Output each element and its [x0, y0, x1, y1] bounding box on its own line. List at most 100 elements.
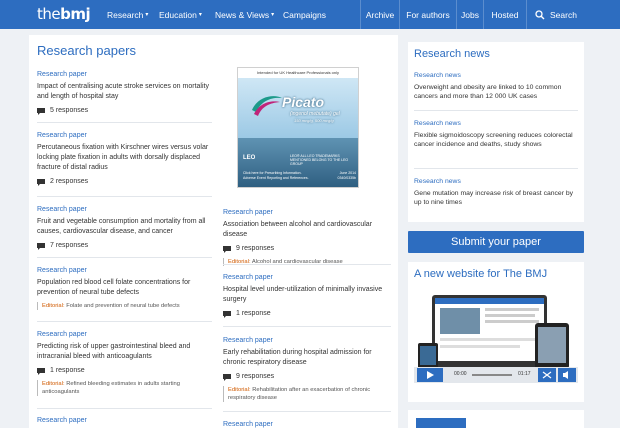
article-title[interactable]: Fruit and vegetable consumption and mort…	[37, 217, 217, 237]
phone-device	[418, 343, 438, 369]
article-kicker[interactable]: Research paper	[37, 205, 217, 215]
divider	[37, 122, 212, 123]
speech-bubble-icon	[37, 107, 45, 115]
speech-bubble-icon	[37, 242, 45, 250]
ad-code: June 2014 0340/0335b	[337, 171, 357, 180]
article-title[interactable]: Impact of centralising acute stroke serv…	[37, 82, 217, 102]
article-kicker[interactable]: Research paper	[37, 330, 212, 340]
divider	[223, 411, 391, 412]
divider	[223, 326, 391, 327]
article-kicker[interactable]: Research paper	[223, 208, 395, 218]
tablet-device	[535, 323, 569, 369]
article-card: Research paper Impact of centralising ac…	[37, 70, 217, 116]
responses-count[interactable]: 2 responses	[37, 177, 217, 187]
research-news-title[interactable]: Research news	[414, 48, 490, 60]
article-title[interactable]: Percutaneous fixation with Kirschner wir…	[37, 143, 217, 173]
play-button[interactable]	[417, 368, 443, 382]
chevron-down-icon: ▾	[145, 12, 149, 18]
article-title[interactable]: Early rehabilitation during hospital adm…	[223, 348, 395, 368]
top-navigation-bar: thebmj Research ▾ Education ▾ News & Views…	[0, 0, 620, 29]
divider	[223, 264, 391, 265]
nav-education[interactable]: Education ▾	[159, 0, 202, 29]
chevron-down-icon: ▾	[198, 12, 202, 18]
article-kicker[interactable]: Research paper	[223, 336, 395, 346]
new-website-title[interactable]: A new website for The BMJ	[414, 268, 547, 280]
article-kicker[interactable]: Research paper	[223, 273, 395, 283]
article-kicker[interactable]: Research paper	[37, 70, 217, 80]
article-kicker[interactable]: Research paper	[37, 266, 207, 276]
article-card: Research paper	[223, 420, 395, 428]
divider	[414, 168, 578, 169]
ad-trademark-note: LEO® ALL LEO TRADEMARKS MENTIONED BELONG…	[290, 154, 349, 166]
divider	[37, 257, 212, 258]
news-item: Research news Gene mutation may increase…	[414, 177, 578, 208]
volume-button[interactable]	[558, 368, 576, 382]
article-card: Research paper	[37, 416, 212, 426]
nav-campaigns[interactable]: Campaigns	[283, 0, 326, 29]
news-kicker[interactable]: Research news	[414, 119, 578, 129]
ad-company: LEO	[243, 155, 256, 161]
monitor-screen	[435, 298, 544, 361]
nav-news-views[interactable]: News & Views ▾	[215, 0, 274, 29]
nav-jobs[interactable]: Jobs	[456, 0, 483, 29]
news-title[interactable]: Gene mutation may increase risk of breas…	[414, 189, 578, 208]
news-kicker[interactable]: Research news	[414, 71, 578, 81]
responses-count[interactable]: 5 responses	[37, 106, 217, 116]
responses-count[interactable]: 7 responses	[37, 241, 217, 251]
nav-for-authors[interactable]: For authors	[399, 0, 456, 29]
article-kicker[interactable]: Research paper	[223, 420, 395, 428]
news-title[interactable]: Flexible sigmoidoscopy screening reduces…	[414, 131, 578, 150]
speech-bubble-icon	[223, 245, 231, 253]
divider	[37, 321, 212, 322]
news-kicker[interactable]: Research news	[414, 177, 578, 187]
editorial-link[interactable]: Editorial: Rehabilitation after an exace…	[223, 386, 395, 402]
nav-hosted[interactable]: Hosted	[483, 0, 526, 29]
editorial-link[interactable]: Editorial: Folate and prevention of neur…	[37, 302, 207, 310]
article-title[interactable]: Association between alcohol and cardiova…	[223, 220, 395, 240]
nav-research[interactable]: Research ▾	[107, 0, 148, 29]
news-title[interactable]: Overweight and obesity are linked to 10 …	[414, 83, 578, 102]
play-icon	[427, 371, 434, 379]
article-kicker[interactable]: Research paper	[37, 416, 212, 426]
article-kicker[interactable]: Research paper	[37, 131, 217, 141]
chevron-down-icon: ▾	[271, 12, 275, 18]
ad-dose: 150 mcg/g, 500 mcg/g	[294, 118, 334, 123]
article-title[interactable]: Population red blood cell folate concent…	[37, 278, 207, 298]
video-current-time: 00:00	[454, 371, 467, 377]
ad-drug-name: (ingenol mebutate) gel	[290, 111, 340, 117]
article-title[interactable]: Hospital level under-utilization of mini…	[223, 285, 395, 305]
ad-prescribing-link: Click here for Prescribing Information. …	[243, 171, 309, 180]
responses-count[interactable]: 1 response	[37, 366, 212, 376]
responses-count[interactable]: 1 response	[223, 309, 395, 319]
bmj-logo[interactable]: thebmj	[37, 5, 91, 23]
picato-swoosh-logo	[252, 96, 282, 116]
responses-count[interactable]: 9 responses	[223, 244, 395, 254]
speech-bubble-icon	[37, 178, 45, 186]
article-title[interactable]: Predicting risk of upper gastrointestina…	[37, 342, 212, 362]
volume-icon	[563, 371, 568, 379]
article-card: Research paper Early rehabilitation duri…	[223, 336, 395, 402]
article-card: Research paper Hospital level under-util…	[223, 273, 395, 319]
speech-bubble-icon	[223, 310, 231, 318]
article-card: Research paper Percutaneous fixation wit…	[37, 131, 217, 187]
article-card: Research paper Association between alcoh…	[223, 208, 395, 266]
speech-bubble-icon	[37, 367, 45, 375]
speech-bubble-icon	[223, 373, 231, 381]
search-icon	[535, 9, 545, 19]
video-progress-bar[interactable]	[472, 374, 512, 376]
editorial-link[interactable]: Editorial: Refined bleeding estimates in…	[37, 380, 212, 396]
submit-paper-button[interactable]: Submit your paper	[408, 231, 584, 253]
article-card: Research paper Fruit and vegetable consu…	[37, 205, 217, 251]
fullscreen-button[interactable]	[538, 368, 556, 382]
fullscreen-icon	[542, 371, 552, 379]
sidebar-panel-next	[408, 410, 584, 428]
desktop-monitor	[432, 295, 547, 367]
responses-count[interactable]: 9 responses	[223, 372, 395, 382]
search-button[interactable]: Search	[526, 0, 620, 29]
article-card: Research paper Population red blood cell…	[37, 266, 207, 310]
news-item: Research news Flexible sigmoidoscopy scr…	[414, 119, 578, 150]
ad-disclaimer: Intended for UK Healthcare Professionals…	[238, 68, 358, 78]
advertisement-banner[interactable]: Intended for UK Healthcare Professionals…	[237, 67, 359, 188]
nav-archive[interactable]: Archive	[360, 0, 399, 29]
ad-brand-name: Picato	[282, 94, 325, 110]
